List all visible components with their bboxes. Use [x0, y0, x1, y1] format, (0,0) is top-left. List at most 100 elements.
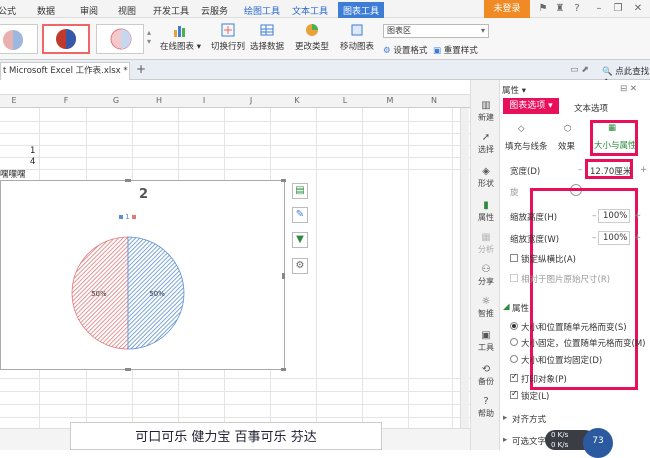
window-icons[interactable]: ▭ ⬈	[570, 65, 589, 75]
chart-style-thumb-1[interactable]	[0, 24, 38, 54]
menu-cloud[interactable]: 云服务	[201, 4, 228, 17]
data-label[interactable]: 50%	[91, 290, 107, 298]
locked-checkbox[interactable]	[510, 389, 518, 399]
panel-header[interactable]: 属性 ▾	[502, 84, 526, 96]
switch-row-col-button[interactable]: 切换行列	[211, 22, 245, 52]
sidebar-item-properties[interactable]: ▮ 属性	[471, 200, 501, 223]
cell-value[interactable]: 嘿嘿嘿	[0, 168, 26, 180]
scale-height-field[interactable]: 100%	[598, 209, 630, 223]
radio-fixed-both[interactable]	[510, 355, 518, 363]
help-icon[interactable]: ?	[570, 3, 584, 15]
collapse-icon[interactable]: ◢	[503, 302, 510, 312]
chart-element-select[interactable]: 图表区	[383, 24, 489, 38]
col-header[interactable]: E	[8, 96, 20, 105]
col-header[interactable]: I	[198, 96, 210, 105]
col-header[interactable]: M	[384, 96, 396, 105]
chart-style-thumb-3[interactable]	[96, 24, 144, 54]
minimize-icon[interactable]: –	[592, 3, 606, 15]
relative-original-checkbox[interactable]	[510, 274, 518, 282]
lock-ratio-checkbox[interactable]	[510, 254, 518, 262]
sidebar-item-tools[interactable]: ▣ 工具	[471, 330, 501, 353]
print-object-checkbox[interactable]	[510, 372, 518, 382]
sidebar-item-share[interactable]: ⚇ 分享	[471, 264, 501, 287]
col-header[interactable]: F	[60, 96, 72, 105]
text-box[interactable]: 可口可乐 健力宝 百事可乐 芬达	[70, 422, 382, 450]
optional-text-section-label[interactable]: 可选文字	[512, 435, 546, 447]
expand-icon[interactable]: ▸	[503, 413, 507, 423]
scale-width-field[interactable]: 100%	[598, 231, 630, 245]
menu-formulas[interactable]: 公式	[0, 4, 16, 17]
col-header[interactable]: H	[153, 96, 165, 105]
online-chart-button[interactable]: 在线图表 ▾	[160, 22, 201, 52]
tab-text-options[interactable]: 文本选项	[574, 102, 608, 114]
vertical-scrollbar[interactable]	[460, 108, 469, 428]
resize-handle[interactable]	[281, 368, 286, 371]
resize-handle[interactable]	[125, 368, 131, 371]
radio-move-size[interactable]	[510, 322, 518, 330]
sidebar-item-help[interactable]: ? 帮助	[471, 396, 501, 419]
chart-filter-icon[interactable]: ▼	[292, 232, 308, 248]
sidebar-item-backup[interactable]: ⟲ 备份	[471, 364, 501, 387]
chart-style-thumb-2[interactable]	[42, 24, 90, 54]
plus-icon[interactable]: +	[634, 233, 641, 243]
login-button[interactable]: 未登录	[484, 0, 530, 18]
close-icon[interactable]: ✕	[631, 3, 645, 15]
shirt-icon[interactable]: ♜	[553, 3, 567, 15]
col-header[interactable]: J	[245, 96, 257, 105]
sidebar-item-analysis[interactable]: ▦ 分析	[471, 232, 501, 255]
resize-handle[interactable]	[125, 179, 131, 182]
col-header[interactable]: K	[291, 96, 303, 105]
chart-title[interactable]: 2	[1, 187, 286, 202]
align-section-label[interactable]: 对齐方式	[512, 413, 546, 425]
menu-dev-tools[interactable]: 开发工具	[153, 4, 189, 17]
sidebar-item-shape[interactable]: ◈ 形状	[471, 166, 501, 189]
sidebar-item-select[interactable]: ➚ 选择	[471, 132, 501, 155]
expand-icon[interactable]: ▸	[503, 435, 507, 445]
attributes-section-label[interactable]: 属性	[512, 302, 529, 314]
col-header[interactable]: N	[428, 96, 440, 105]
sidebar-item-smart[interactable]: ☼ 智推	[471, 296, 501, 319]
radio-fixed-size[interactable]	[510, 338, 518, 346]
change-type-button[interactable]: 更改类型	[295, 22, 329, 52]
chart-elements-icon[interactable]: ▤	[292, 183, 308, 199]
menu-view[interactable]: 视图	[118, 4, 136, 17]
cell-value[interactable]: 4	[30, 157, 35, 167]
menu-text-tools[interactable]: 文本工具	[292, 4, 328, 17]
chart-legend[interactable]: 1	[119, 213, 136, 221]
skin-icon[interactable]: ⚑	[536, 3, 550, 15]
formula-bar[interactable]	[0, 80, 470, 95]
col-header[interactable]: L	[339, 96, 351, 105]
data-label[interactable]: 50%	[149, 290, 165, 298]
minus-icon[interactable]: –	[578, 165, 582, 175]
resize-handle[interactable]	[282, 273, 285, 279]
sidebar-item-new[interactable]: ▥ 新建	[471, 100, 501, 123]
move-chart-button[interactable]: 移动图表	[340, 22, 374, 52]
panel-pin-icon[interactable]: ⊟ ✕	[620, 84, 637, 94]
reset-style-button[interactable]: ▣ 重置样式	[433, 44, 478, 56]
chart-style-brush-icon[interactable]: ✎	[292, 207, 308, 223]
pie-chart[interactable]: 2 1 50% 50%	[0, 179, 286, 371]
select-data-button[interactable]: 选择数据	[250, 22, 284, 52]
tab-chart-options[interactable]: 图表选项 ▾	[503, 98, 559, 114]
minus-icon[interactable]: –	[592, 211, 596, 221]
subtab-fill-line[interactable]: 填充与线条	[505, 140, 548, 152]
style-scroll-icon[interactable]: ▴ ▾	[147, 28, 151, 46]
restore-icon[interactable]: ❐	[611, 3, 625, 15]
speed-gauge[interactable]: 73	[583, 428, 613, 458]
width-field-highlight[interactable]: 12.70厘米	[585, 159, 633, 179]
subtab-effect[interactable]: 效果	[558, 140, 575, 152]
size-attr-highlight[interactable]: ▦ 大小与属性	[590, 120, 638, 156]
menu-drawing-tools[interactable]: 绘图工具	[244, 4, 280, 17]
menu-data[interactable]: 数据	[37, 4, 55, 17]
col-header[interactable]: G	[110, 96, 122, 105]
menu-review[interactable]: 审阅	[80, 4, 98, 17]
new-tab-button[interactable]: +	[136, 62, 146, 76]
plus-icon[interactable]: +	[640, 165, 647, 175]
set-format-button[interactable]: ⚙ 设置格式	[383, 44, 427, 56]
menu-chart-tools[interactable]: 图表工具	[338, 2, 385, 19]
resize-handle[interactable]	[281, 179, 286, 182]
plus-icon[interactable]: +	[634, 211, 641, 221]
minus-icon[interactable]: –	[592, 233, 596, 243]
document-tab[interactable]: t Microsoft Excel 工作表.xlsx *	[0, 62, 130, 80]
cell-value[interactable]: 1	[30, 146, 35, 156]
